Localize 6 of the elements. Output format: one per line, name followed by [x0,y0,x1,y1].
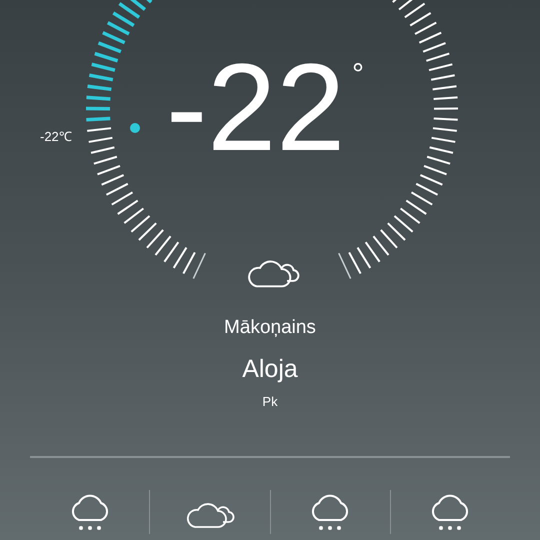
city-name: Aloja [242,357,298,382]
day-label: Pk [262,395,278,408]
gauge-temperature-label: -22℃ [40,128,72,146]
weather-condition: Mākoņains [224,318,316,337]
temperature-value: -22 [166,46,346,170]
degree-sign: ° [352,60,364,90]
